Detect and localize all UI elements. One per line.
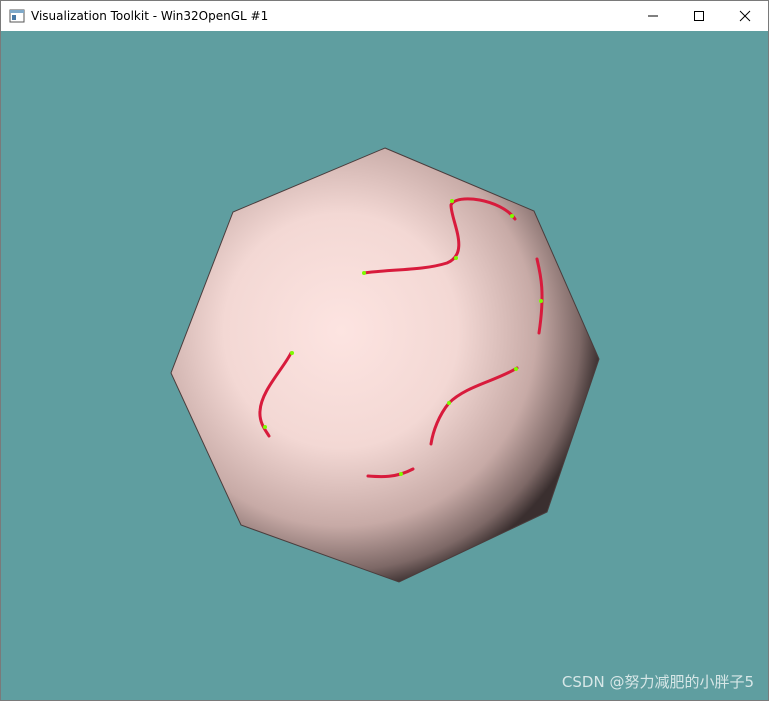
sphere-surface <box>170 147 600 583</box>
title-bar[interactable]: Visualization Toolkit - Win32OpenGL #1 <box>1 1 768 31</box>
seed-point <box>263 425 267 429</box>
seed-point <box>450 199 454 203</box>
seed-point <box>362 271 366 275</box>
seed-point <box>447 401 451 405</box>
watermark: CSDN @努力减肥的小胖子5 <box>561 673 754 691</box>
vtk-window-icon <box>9 9 25 23</box>
seed-point <box>514 367 518 371</box>
close-icon <box>739 10 751 22</box>
render-viewport[interactable]: CSDN @努力减肥的小胖子5 <box>1 31 768 700</box>
seed-point <box>290 351 294 355</box>
maximize-button[interactable] <box>676 1 722 31</box>
seed-point <box>510 214 514 218</box>
minimize-icon <box>648 15 658 17</box>
maximize-icon <box>694 11 704 21</box>
window-controls <box>630 1 768 31</box>
seed-point <box>399 472 403 476</box>
minimize-button[interactable] <box>630 1 676 31</box>
vtk-render-window: Visualization Toolkit - Win32OpenGL #1 C… <box>0 0 769 701</box>
seed-point <box>454 256 458 260</box>
window-title: Visualization Toolkit - Win32OpenGL #1 <box>31 9 269 23</box>
close-button[interactable] <box>722 1 768 31</box>
3d-scene <box>170 147 600 583</box>
seed-point <box>539 299 543 303</box>
